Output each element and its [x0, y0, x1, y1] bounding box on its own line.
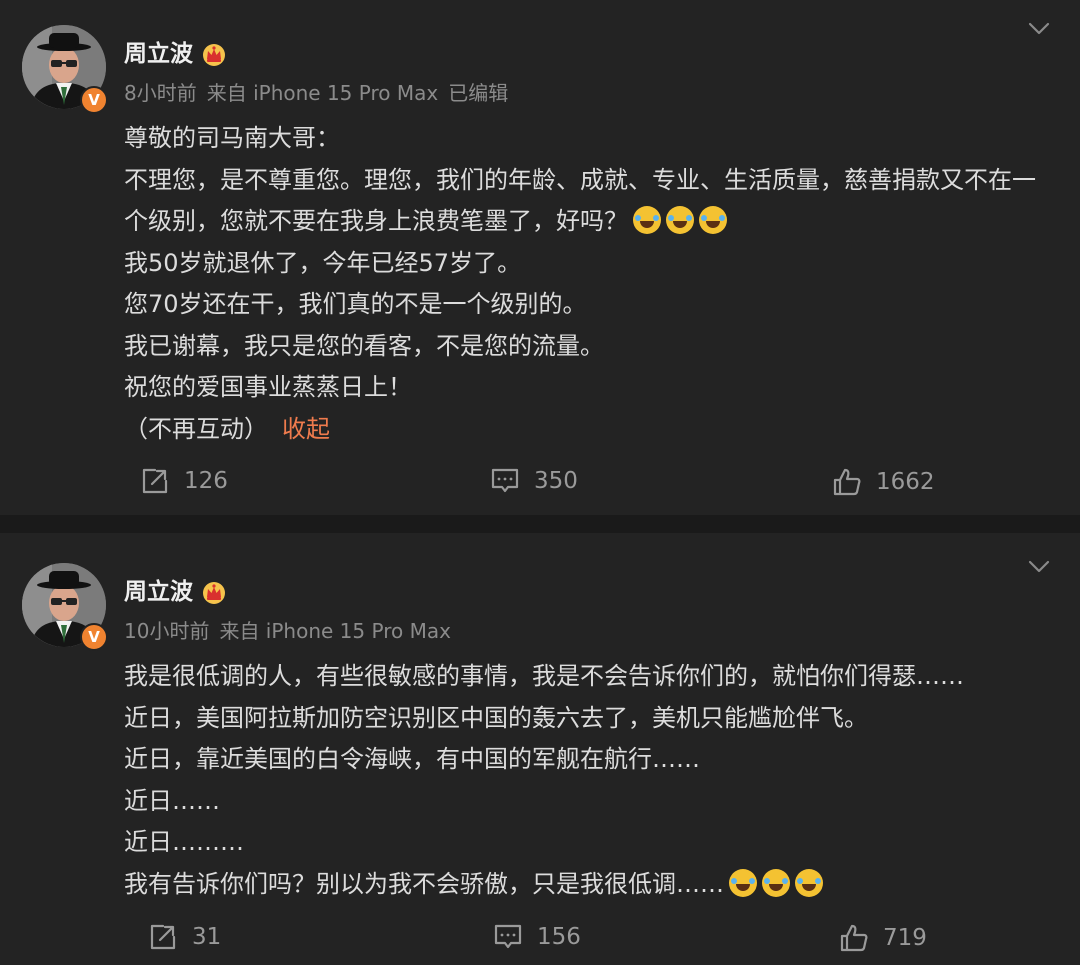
- comment-button[interactable]: 156: [493, 922, 581, 952]
- author-name-text[interactable]: 周立波: [124, 41, 193, 67]
- comment-icon: [490, 466, 520, 496]
- post-line: 近日……: [124, 786, 220, 815]
- post-meta: 8小时前 来自 iPhone 15 Pro Max 已编辑: [124, 77, 508, 106]
- weibo-post: V 周立波 10小时前 来自 iPhone 15 Pro Max 我是很低调的人，…: [0, 533, 1080, 965]
- post-line-text: 我有告诉你们吗？别以为我不会骄傲，只是我很低调……: [124, 869, 724, 898]
- like-button[interactable]: 1662: [832, 467, 935, 497]
- post-line: 我是很低调的人，有些很敏感的事情，我是不会告诉你们的，就怕你们得瑟……: [124, 662, 964, 690]
- post-line: （不再互动） 收起: [124, 409, 1059, 451]
- post-body: 我是很低调的人，有些很敏感的事情，我是不会告诉你们的，就怕你们得瑟…… 近日，美…: [124, 656, 1059, 905]
- repost-count: 126: [184, 468, 228, 494]
- laugh-cry-emoji: [633, 206, 661, 234]
- repost-count: 31: [192, 924, 222, 950]
- post-line-text: 不理您，是不尊重您。理您，我们的年龄、成就、专业、生活质量，慈善捐款又不在一个级…: [124, 165, 1036, 236]
- comment-button[interactable]: 350: [490, 466, 578, 496]
- like-count: 1662: [876, 469, 935, 495]
- post-line: 祝您的爱国事业蒸蒸日上！: [124, 373, 412, 401]
- chevron-down-icon[interactable]: [1028, 560, 1050, 574]
- laugh-cry-emoji: [762, 868, 790, 897]
- comment-icon: [493, 922, 523, 952]
- collapse-link[interactable]: 收起: [282, 415, 330, 443]
- like-icon: [832, 467, 862, 497]
- post-line: 不理您，是不尊重您。理您，我们的年龄、成就、专业、生活质量，慈善捐款又不在一个级…: [124, 160, 1059, 243]
- weibo-post: V 周立波 8小时前 来自 iPhone 15 Pro Max 已编辑 尊敬的司马南…: [0, 0, 1080, 515]
- post-line: 我有告诉你们吗？别以为我不会骄傲，只是我很低调……: [124, 864, 1059, 906]
- member-crown-icon: [201, 581, 227, 605]
- like-icon: [839, 923, 869, 953]
- repost-button[interactable]: 126: [140, 466, 228, 496]
- post-line: 尊敬的司马南大哥：: [124, 124, 340, 152]
- post-line-text: （不再互动）: [124, 414, 268, 443]
- post-line: 近日，靠近美国的白令海峡，有中国的军舰在航行……: [124, 745, 700, 773]
- post-divider: [0, 515, 1080, 533]
- post-source: 来自 iPhone 15 Pro Max: [219, 619, 451, 643]
- laugh-cry-emoji: [666, 206, 694, 234]
- post-line: 您70岁还在干，我们真的不是一个级别的。: [124, 290, 587, 318]
- verified-badge-icon: V: [80, 623, 108, 651]
- repost-icon: [148, 922, 178, 952]
- author-name[interactable]: 周立波: [124, 34, 227, 68]
- laugh-cry-emoji: [795, 868, 823, 897]
- author-name[interactable]: 周立波: [124, 572, 227, 606]
- member-crown-icon: [201, 43, 227, 67]
- laugh-cry-emoji: [729, 868, 757, 897]
- verified-badge-icon: V: [80, 86, 108, 114]
- edited-label: 已编辑: [448, 81, 509, 105]
- post-time: 8小时前: [124, 81, 197, 105]
- repost-button[interactable]: 31: [148, 922, 221, 952]
- repost-icon: [140, 466, 170, 496]
- comment-count: 350: [534, 468, 578, 494]
- comment-count: 156: [537, 924, 581, 950]
- post-body: 尊敬的司马南大哥： 不理您，是不尊重您。理您，我们的年龄、成就、专业、生活质量，…: [124, 118, 1059, 450]
- like-button[interactable]: 719: [839, 923, 927, 953]
- author-name-text[interactable]: 周立波: [124, 579, 193, 605]
- post-line: 我50岁就退休了，今年已经57岁了。: [124, 248, 522, 277]
- post-line: 近日………: [124, 828, 244, 856]
- post-source: 来自 iPhone 15 Pro Max: [206, 81, 439, 105]
- laugh-cry-emoji: [699, 206, 727, 234]
- post-time: 10小时前: [124, 619, 210, 643]
- like-count: 719: [883, 925, 927, 951]
- post-line: 近日，美国阿拉斯加防空识别区中国的轰六去了，美机只能尴尬伴飞。: [124, 703, 868, 732]
- chevron-down-icon[interactable]: [1028, 22, 1050, 36]
- post-line: 我已谢幕，我只是您的看客，不是您的流量。: [124, 331, 604, 360]
- post-meta: 10小时前 来自 iPhone 15 Pro Max: [124, 615, 451, 644]
